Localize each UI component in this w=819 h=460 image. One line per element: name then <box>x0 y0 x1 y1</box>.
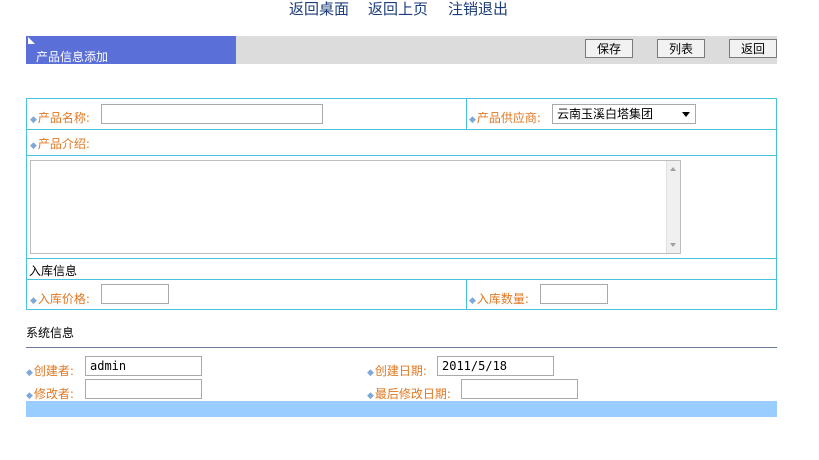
diamond-bullet-icon: ◆ <box>26 368 33 378</box>
product-name-label: ◆产品名称: <box>30 109 90 126</box>
column-divider <box>466 279 467 309</box>
scroll-down-icon[interactable] <box>670 243 676 247</box>
intro-label-text: 产品介绍: <box>37 137 90 151</box>
intro-label: ◆产品介绍: <box>30 135 90 152</box>
product-form: ◆产品名称: ◆产品供应商: 云南玉溪白塔集团 ◆产品介绍: 入库信息 ◆入库价… <box>26 98 777 310</box>
product-name-input[interactable] <box>101 104 323 124</box>
corner-triangle-icon <box>28 37 35 44</box>
column-divider <box>466 99 467 129</box>
supplier-label: ◆产品供应商: <box>469 109 541 126</box>
stock-section-title: 入库信息 <box>29 264 78 278</box>
diamond-bullet-icon: ◆ <box>30 115 37 125</box>
nav-return-desktop-link[interactable]: 返回桌面 <box>289 0 349 18</box>
stock-price-label: ◆入库价格: <box>30 290 90 307</box>
creator-label-text: 创建者: <box>33 364 74 378</box>
supplier-select[interactable]: 云南玉溪白塔集团 <box>552 104 696 124</box>
stock-price-label-text: 入库价格: <box>37 292 90 306</box>
nav-return-previous-link[interactable]: 返回上页 <box>368 0 428 18</box>
save-button[interactable]: 保存 <box>585 39 633 58</box>
stock-price-input[interactable] <box>101 284 169 304</box>
scroll-up-icon[interactable] <box>670 167 676 171</box>
page-title: 产品信息添加 <box>36 50 109 64</box>
supplier-selected-value: 云南玉溪白塔集团 <box>557 107 654 121</box>
modifier-input[interactable] <box>85 379 202 399</box>
intro-scrollbar[interactable] <box>666 161 680 253</box>
created-date-label: ◆创建日期: <box>367 362 427 379</box>
title-tab: 产品信息添加 <box>26 36 236 64</box>
product-name-label-text: 产品名称: <box>37 111 90 125</box>
modified-date-label: ◆最后修改日期: <box>367 385 451 402</box>
chevron-down-icon <box>682 112 690 117</box>
diamond-bullet-icon: ◆ <box>30 296 37 306</box>
diamond-bullet-icon: ◆ <box>367 391 374 401</box>
row-divider <box>27 258 776 259</box>
created-date-input[interactable]: 2011/5/18 <box>437 356 554 376</box>
diamond-bullet-icon: ◆ <box>469 115 476 125</box>
list-button[interactable]: 列表 <box>657 39 705 58</box>
title-bar: 产品信息添加 保存 列表 返回 <box>26 36 777 64</box>
stock-quantity-label-text: 入库数量: <box>476 292 529 306</box>
row-divider <box>27 279 776 280</box>
creator-input[interactable]: admin <box>85 356 202 376</box>
top-navigation: 返回桌面 返回上页 注销退出 <box>0 0 819 20</box>
diamond-bullet-icon: ◆ <box>469 296 476 306</box>
created-date-label-text: 创建日期: <box>374 364 427 378</box>
row-divider <box>27 155 776 156</box>
modified-date-label-text: 最后修改日期: <box>374 387 451 401</box>
row-divider <box>27 129 776 130</box>
modifier-label: ◆修改者: <box>26 385 74 402</box>
intro-textarea[interactable] <box>30 160 681 254</box>
diamond-bullet-icon: ◆ <box>367 368 374 378</box>
back-button[interactable]: 返回 <box>729 39 777 58</box>
nav-logout-link[interactable]: 注销退出 <box>448 0 508 18</box>
system-info-divider <box>26 347 777 348</box>
stock-quantity-input[interactable] <box>540 284 608 304</box>
supplier-label-text: 产品供应商: <box>476 111 541 125</box>
stock-quantity-label: ◆入库数量: <box>469 290 529 307</box>
diamond-bullet-icon: ◆ <box>26 391 33 401</box>
modified-date-input[interactable] <box>461 379 578 399</box>
system-info-title: 系统信息 <box>26 326 75 340</box>
creator-label: ◆创建者: <box>26 362 74 379</box>
footer-bar <box>26 401 777 417</box>
diamond-bullet-icon: ◆ <box>30 141 37 151</box>
modifier-label-text: 修改者: <box>33 387 74 401</box>
